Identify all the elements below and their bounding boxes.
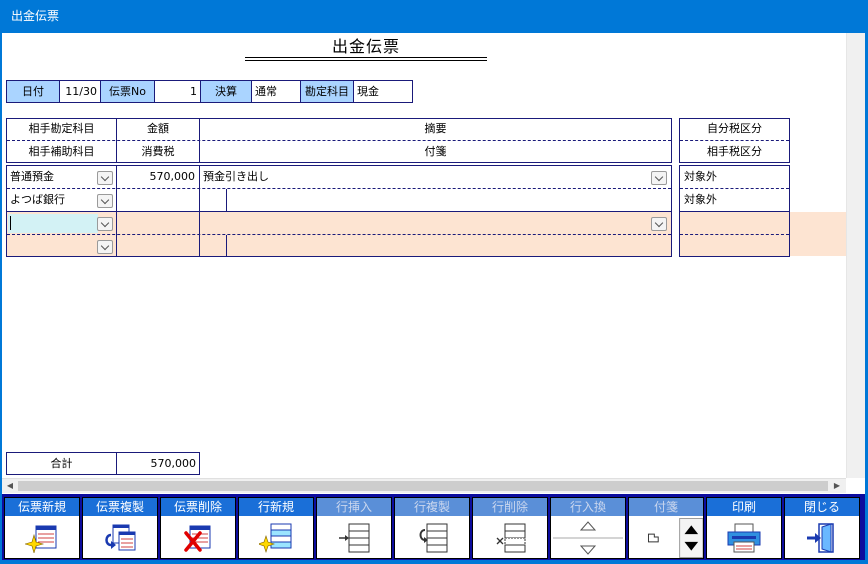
new-row-button[interactable]: 行新規 <box>238 497 314 559</box>
chevron-down-icon[interactable] <box>97 194 113 208</box>
copy-slip-button[interactable]: 伝票複製 <box>82 497 158 559</box>
header-amount: 金額 <box>147 122 169 135</box>
delete-slip-button[interactable]: 伝票削除 <box>160 497 236 559</box>
insert-row-label: 行挿入 <box>317 498 391 516</box>
header-partner-account: 相手勘定科目 <box>28 122 95 135</box>
chevron-down-icon[interactable] <box>97 240 113 254</box>
row1-partner-tax[interactable]: 対象外 <box>684 190 784 210</box>
row2-partner-tax[interactable] <box>684 236 784 256</box>
header-partner-sub: 相手補助科目 <box>28 145 95 158</box>
row2-amount[interactable] <box>118 213 195 233</box>
insert-row-icon <box>317 516 391 559</box>
chevron-down-icon[interactable] <box>97 171 113 185</box>
tag-divider <box>226 189 227 211</box>
account-label: 勘定科目 <box>300 80 354 103</box>
close-button[interactable]: 閉じる <box>784 497 860 559</box>
row-divider <box>7 188 671 189</box>
horizontal-scrollbar[interactable]: ◀ ▶ <box>2 478 846 493</box>
row1-tax[interactable] <box>118 190 195 210</box>
date-field[interactable]: 11/30 <box>59 80 101 103</box>
settlement-field[interactable]: 通常 <box>251 80 301 103</box>
copy-row-button[interactable]: 行複製 <box>394 497 470 559</box>
header-summary: 摘要 <box>424 122 447 135</box>
swap-rows-icon <box>551 516 625 559</box>
row-divider <box>7 234 671 235</box>
total-label: 合計 <box>6 452 117 475</box>
row2-own-tax[interactable] <box>684 213 784 233</box>
chevron-down-icon[interactable] <box>97 217 113 231</box>
new-slip-label: 伝票新規 <box>5 498 79 516</box>
print-button[interactable]: 印刷 <box>706 497 782 559</box>
row2-tax[interactable] <box>118 236 195 256</box>
row1-account[interactable]: 普通預金 <box>10 167 95 187</box>
header-tag: 付箋 <box>424 145 447 158</box>
date-label: 日付 <box>6 80 60 103</box>
delete-slip-icon <box>161 516 235 559</box>
swap-rows-label: 行入換 <box>551 498 625 516</box>
title-underline <box>245 60 487 61</box>
scroll-left-icon[interactable]: ◀ <box>5 481 15 491</box>
print-label: 印刷 <box>707 498 781 516</box>
copy-slip-icon <box>83 516 157 559</box>
slip-number-label: 伝票No <box>100 80 155 103</box>
row-divider <box>7 211 671 212</box>
row2-summary[interactable] <box>203 213 643 233</box>
tag-divider <box>226 235 227 257</box>
exit-door-icon <box>785 516 859 559</box>
window-title: 出金伝票 <box>11 9 60 23</box>
account-field[interactable]: 現金 <box>353 80 413 103</box>
scroll-thumb[interactable] <box>18 481 828 491</box>
vertical-scrollbar[interactable] <box>846 33 865 478</box>
swap-rows-button[interactable]: 行入換 <box>550 497 626 559</box>
row1-summary[interactable]: 預金引き出し <box>203 167 643 187</box>
row-divider <box>680 188 789 189</box>
slip-number-field[interactable]: 1 <box>154 80 201 103</box>
printer-icon <box>707 516 781 559</box>
tag-label: 付箋 <box>629 498 703 516</box>
row1-sub-account[interactable]: よつば銀行 <box>10 190 95 210</box>
window-frame-bottom <box>0 560 868 564</box>
row2-account[interactable] <box>12 213 96 233</box>
new-row-label: 行新規 <box>239 498 313 516</box>
new-slip-icon <box>5 516 79 559</box>
header-tax: 消費税 <box>141 145 175 158</box>
delete-slip-label: 伝票削除 <box>161 498 235 516</box>
close-label: 閉じる <box>785 498 859 516</box>
row1-tag[interactable] <box>230 190 670 210</box>
row1-own-tax[interactable]: 対象外 <box>684 167 784 187</box>
header-own-tax: 自分税区分 <box>707 122 762 135</box>
delete-row-button[interactable]: 行削除 <box>472 497 548 559</box>
copy-row-label: 行複製 <box>395 498 469 516</box>
total-value: 570,000 <box>116 452 200 475</box>
settlement-label: 決算 <box>200 80 252 103</box>
copy-slip-label: 伝票複製 <box>83 498 157 516</box>
new-row-icon <box>239 516 313 559</box>
window-titlebar: 出金伝票 <box>0 0 868 33</box>
row2-tag[interactable] <box>230 236 670 256</box>
row2-sub-account[interactable] <box>10 236 95 256</box>
chevron-down-icon[interactable] <box>651 217 667 231</box>
copy-row-icon <box>395 516 469 559</box>
new-slip-button[interactable]: 伝票新規 <box>4 497 80 559</box>
scroll-right-icon[interactable]: ▶ <box>832 481 842 491</box>
tag-icon <box>629 516 703 559</box>
delete-row-icon <box>473 516 547 559</box>
tag-button[interactable]: 付箋 <box>628 497 704 559</box>
row1-amount[interactable]: 570,000 <box>118 167 196 187</box>
header-partner-tax: 相手税区分 <box>707 145 762 158</box>
row-divider <box>680 211 789 212</box>
insert-row-button[interactable]: 行挿入 <box>316 497 392 559</box>
delete-row-label: 行削除 <box>473 498 547 516</box>
title-underline <box>245 57 487 58</box>
row-divider <box>680 234 789 235</box>
chevron-down-icon[interactable] <box>651 171 667 185</box>
